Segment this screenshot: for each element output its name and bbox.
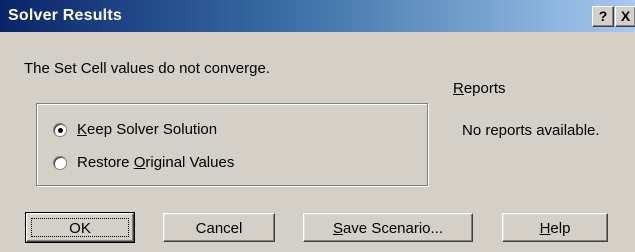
restore-original-values-label: Restore Original Values <box>77 154 235 171</box>
radio-button-checked[interactable] <box>53 122 67 137</box>
restore-original-values-option[interactable]: Restore Original Values <box>53 154 234 171</box>
keep-solver-solution-option[interactable]: Keep Solver Solution <box>53 121 217 138</box>
save-scenario-button[interactable]: Save Scenario... <box>303 213 473 242</box>
status-message: The Set Cell values do not converge. <box>24 60 270 77</box>
close-icon[interactable]: X <box>615 6 635 27</box>
dialog-title: Solver Results <box>8 7 122 24</box>
radio-button-unchecked[interactable] <box>53 155 67 170</box>
cancel-button[interactable]: Cancel <box>163 213 275 242</box>
ok-button[interactable]: OK <box>25 212 135 243</box>
keep-solver-solution-label: Keep Solver Solution <box>77 121 218 138</box>
title-bar: Solver Results ? X <box>0 0 635 32</box>
solver-results-dialog: Solver Results ? X The Set Cell values d… <box>0 0 635 252</box>
solution-options-group <box>36 103 428 186</box>
help-icon[interactable]: ? <box>592 6 614 27</box>
radio-dot-icon <box>58 127 63 133</box>
reports-list[interactable]: No reports available. <box>462 121 602 141</box>
help-button[interactable]: Help <box>502 213 608 242</box>
focus-rectangle <box>31 218 129 237</box>
reports-label: Reports <box>453 80 506 97</box>
